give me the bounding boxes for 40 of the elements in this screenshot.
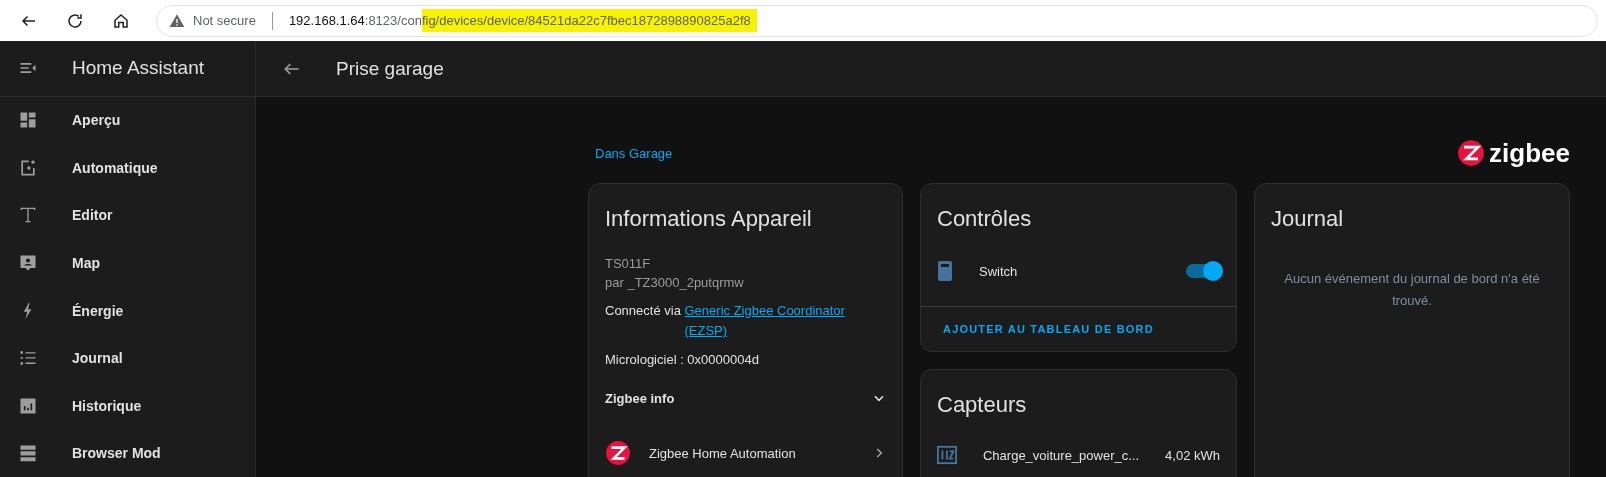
switch-device-icon xyxy=(937,260,953,282)
zigbee-info-expander[interactable]: Zigbee info xyxy=(605,380,886,416)
counter-icon xyxy=(937,445,957,465)
toggle-switch[interactable] xyxy=(1186,264,1220,278)
server-icon xyxy=(18,443,38,464)
app-title: Home Assistant xyxy=(72,57,204,80)
reload-icon xyxy=(66,11,84,30)
sidebar-item[interactable]: Aperçu xyxy=(0,96,255,145)
home-icon xyxy=(112,11,130,30)
card-title: Informations Appareil xyxy=(604,205,813,232)
sidebar-item[interactable]: Map xyxy=(0,239,255,287)
sidebar-item[interactable]: Automatique xyxy=(0,144,255,192)
connected-via-label: Connecté via xyxy=(605,303,682,318)
integration-row[interactable]: Zigbee Home Automation xyxy=(605,438,886,468)
card-title: Journal xyxy=(1270,205,1345,232)
zigbee-logo-icon xyxy=(1457,139,1486,167)
area-link[interactable]: Dans Garage xyxy=(595,145,673,161)
entity-name: Charge_voiture_power_c... xyxy=(983,447,1140,463)
firmware-text: Micrologiciel : 0x0000004d xyxy=(605,351,760,369)
sidebar-item[interactable]: Énergie xyxy=(0,286,255,335)
sidebar-item[interactable]: Browser Mod xyxy=(0,429,255,477)
card-title: Contrôles xyxy=(936,205,1033,232)
page-title: Prise garage xyxy=(336,57,444,80)
security-label: Not secure xyxy=(193,13,256,28)
sidebar-item[interactable]: Historique xyxy=(0,381,255,430)
entity-name: Switch xyxy=(979,263,1019,279)
coordinator-link[interactable]: Generic Zigbee Coordinator (EZSP) xyxy=(684,301,865,341)
model-text: TS011F xyxy=(605,255,652,273)
add-to-dashboard-button[interactable]: AJOUTER AU TABLEAU DE BORD xyxy=(929,315,1168,343)
dashboard-icon xyxy=(18,110,38,131)
brand-name: zigbee xyxy=(1489,137,1570,169)
manufacturer-text: par _TZ3000_2putqrmw xyxy=(605,274,745,292)
zigbee-logo-icon xyxy=(605,440,631,466)
card-title: Capteurs xyxy=(936,391,1028,418)
empty-message: Aucun événement du journal de bord n'a été trouvé. xyxy=(1283,270,1541,310)
sidebar-item[interactable]: Journal xyxy=(0,334,255,382)
integration-name: Zigbee Home Automation xyxy=(649,445,797,461)
warning-icon xyxy=(169,12,185,29)
sidebar-item[interactable]: Editor xyxy=(0,191,255,240)
entity-value: 4,02 kWh xyxy=(1165,447,1220,463)
